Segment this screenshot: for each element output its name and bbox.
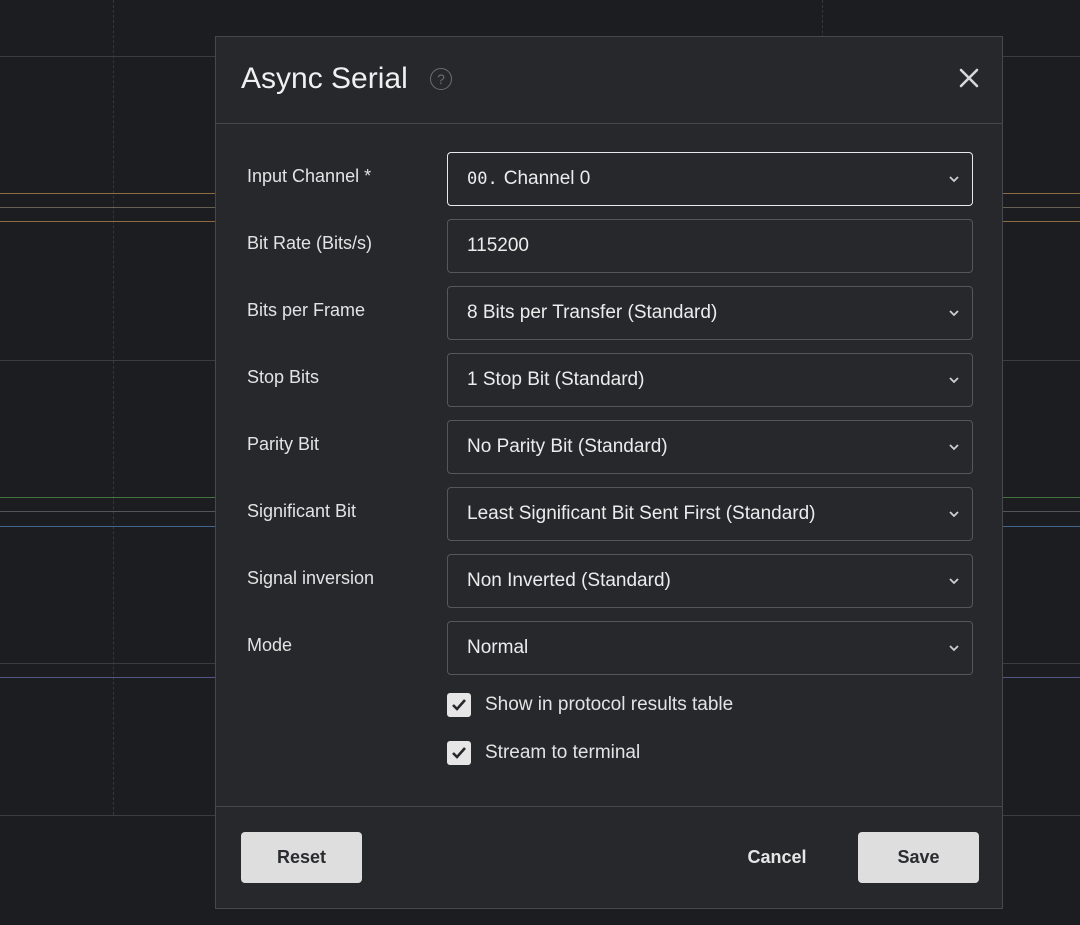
field-value-text: 1 Stop Bit (Standard) xyxy=(467,369,645,390)
field-value: 1 Stop Bit (Standard) xyxy=(467,369,644,391)
checkbox-label: Stream to terminal xyxy=(485,742,641,763)
show-in-results-checkbox[interactable] xyxy=(447,693,471,717)
form-row-parity-bit: Parity Bit No Parity Bit (Standard) xyxy=(216,420,1002,474)
field-label: Signal inversion xyxy=(247,567,375,588)
dialog-title: Async Serial xyxy=(241,62,408,95)
field-label: Significant Bit xyxy=(247,500,357,521)
form-row-stop-bits: Stop Bits 1 Stop Bit (Standard) xyxy=(216,353,1002,407)
field-label: Bit Rate (Bits/s) xyxy=(247,232,373,253)
field-label: Stop Bits xyxy=(247,366,320,387)
chevron-down-icon xyxy=(949,511,959,518)
bits-per-frame-select[interactable]: 8 Bits per Transfer (Standard) xyxy=(447,286,973,340)
field-label: Input Channel * xyxy=(247,165,372,186)
chevron-down-icon xyxy=(949,645,959,652)
input-channel-select[interactable]: 00. Channel 0 xyxy=(447,152,973,206)
chevron-down-icon xyxy=(949,377,959,384)
form-row-input-channel: Input Channel * 00. Channel 0 xyxy=(216,152,1002,206)
stream-to-terminal-checkbox[interactable] xyxy=(447,741,471,765)
field-label: Mode xyxy=(247,634,293,655)
parity-bit-select[interactable]: No Parity Bit (Standard) xyxy=(447,420,973,474)
field-value: Normal xyxy=(467,637,528,659)
dialog-footer: Reset Cancel Save xyxy=(216,806,1002,908)
stop-bits-select[interactable]: 1 Stop Bit (Standard) xyxy=(447,353,973,407)
save-button[interactable]: Save xyxy=(858,832,979,883)
async-serial-dialog: Async Serial ? Input Channel * 00. Channel… xyxy=(215,36,1003,909)
cancel-button[interactable]: Cancel xyxy=(727,832,827,883)
field-value: 8 Bits per Transfer (Standard) xyxy=(467,302,717,324)
form-row-significant-bit: Significant Bit Least Significant Bit Sen… xyxy=(216,487,1002,541)
chevron-down-icon xyxy=(949,578,959,585)
field-label: Bits per Frame xyxy=(247,299,366,320)
field-value-text: No Parity Bit (Standard) xyxy=(467,436,668,457)
field-value-text: Non Inverted (Standard) xyxy=(467,570,671,591)
checkmark-icon xyxy=(452,747,466,759)
form-row-mode: Mode Normal xyxy=(216,621,1002,675)
dialog-header: Async Serial ? xyxy=(216,37,1002,124)
field-value-text: Normal xyxy=(467,637,529,658)
field-value-text: 115200 xyxy=(467,235,529,256)
form-row-bit-rate-bits-s: Bit Rate (Bits/s) 115200 xyxy=(216,219,1002,273)
significant-bit-select[interactable]: Least Significant Bit Sent First (Standa… xyxy=(447,487,973,541)
field-value-text: Channel 0 xyxy=(503,168,591,189)
chevron-down-icon xyxy=(949,176,959,183)
field-value: Non Inverted (Standard) xyxy=(467,570,671,592)
form-row-bits-per-frame: Bits per Frame 8 Bits per Transfer (Stand… xyxy=(216,286,1002,340)
reset-button[interactable]: Reset xyxy=(241,832,362,883)
close-icon[interactable] xyxy=(958,67,980,89)
form-row-signal-inversion: Signal inversion Non Inverted (Standard) xyxy=(216,554,1002,608)
mode-select[interactable]: Normal xyxy=(447,621,973,675)
field-value-text: Least Significant Bit Sent First (Standa… xyxy=(467,503,816,524)
checkbox-label: Show in protocol results table xyxy=(485,694,734,715)
field-value: No Parity Bit (Standard) xyxy=(467,436,668,458)
field-value-text: 8 Bits per Transfer (Standard) xyxy=(467,302,718,323)
checkmark-icon xyxy=(452,699,466,711)
field-label: Parity Bit xyxy=(247,433,320,454)
grid-line xyxy=(113,0,114,815)
signal-inversion-select[interactable]: Non Inverted (Standard) xyxy=(447,554,973,608)
field-value: Least Significant Bit Sent First (Standa… xyxy=(467,503,816,525)
chevron-down-icon xyxy=(949,444,959,451)
field-value: 00. Channel 0 xyxy=(467,168,590,190)
chevron-down-icon xyxy=(949,310,959,317)
channel-index: 00. xyxy=(467,169,498,189)
field-value: 115200 xyxy=(467,235,529,257)
bit-rate-bits-s-input[interactable]: 115200 xyxy=(447,219,973,273)
question-circle-icon[interactable]: ? xyxy=(430,68,452,90)
